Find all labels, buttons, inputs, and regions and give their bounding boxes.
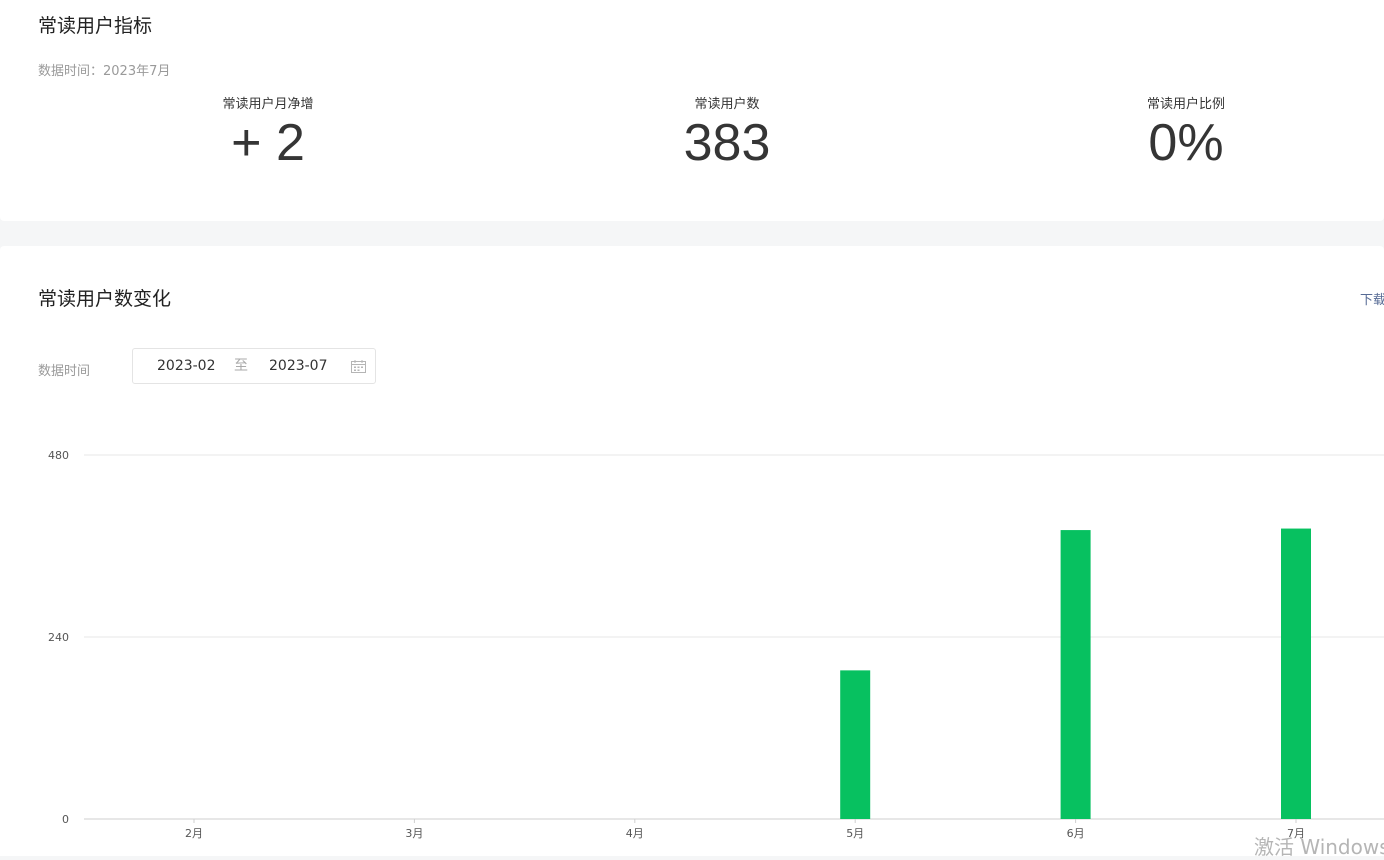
user-count-bar-chart: 02404802月 3月 4月 5月 6月 7月 [48, 449, 1384, 840]
bar-7-month[interactable] [1281, 528, 1311, 819]
x-tick-label: 5月 [846, 827, 864, 840]
y-tick-label: 480 [48, 449, 69, 462]
y-tick-label: 0 [62, 813, 69, 826]
bar-5-month[interactable] [840, 670, 871, 819]
x-tick-label: 3月 [405, 827, 423, 840]
bar-6-month[interactable] [1060, 530, 1091, 819]
x-tick-label: 4月 [626, 827, 644, 840]
x-tick-label: 2月 [185, 827, 203, 840]
y-tick-label: 240 [48, 631, 69, 644]
x-tick-label: 6月 [1067, 827, 1085, 840]
